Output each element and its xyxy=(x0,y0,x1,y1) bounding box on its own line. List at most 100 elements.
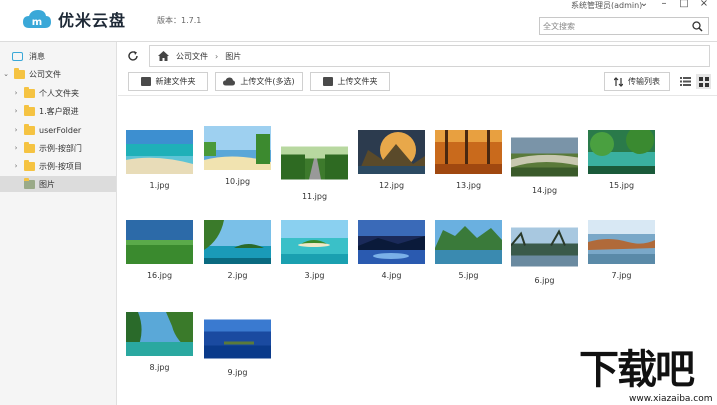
file-item[interactable]: 12.jpg xyxy=(358,130,425,190)
file-item[interactable]: 15.jpg xyxy=(588,126,655,190)
image-thumbnail[interactable] xyxy=(358,130,425,174)
new-folder-label: 新建文件夹 xyxy=(155,77,196,86)
upload-folder-label: 上传文件夹 xyxy=(337,77,378,86)
sidebar-item-messages[interactable]: 消息 xyxy=(12,48,45,64)
logo: m 优米云盘 xyxy=(22,7,126,31)
image-thumbnail[interactable] xyxy=(510,225,578,269)
chevron-down-icon[interactable]: ⌄ xyxy=(2,70,10,78)
folder-icon xyxy=(14,67,25,79)
message-icon xyxy=(12,51,23,61)
image-folder-icon xyxy=(24,177,35,189)
sidebar-item-label: 示例-按部门 xyxy=(39,143,82,153)
maximize-icon[interactable]: □ xyxy=(679,0,689,9)
file-item[interactable]: 4.jpg xyxy=(358,220,425,280)
image-thumbnail[interactable] xyxy=(588,220,655,264)
transfer-icon xyxy=(614,76,623,87)
image-thumbnail[interactable] xyxy=(511,135,578,179)
sidebar-item-personal-folder[interactable]: › 个人文件夹 xyxy=(12,85,79,101)
sidebar-item-by-department[interactable]: › 示例-按部门 xyxy=(12,140,82,156)
file-item[interactable]: 5.jpg xyxy=(435,220,502,280)
svg-text:m: m xyxy=(32,17,42,28)
file-name: 14.jpg xyxy=(531,186,558,195)
image-thumbnail[interactable] xyxy=(281,220,348,264)
image-thumbnail[interactable] xyxy=(204,220,271,264)
sidebar-item-label: 1.客户跟进 xyxy=(39,106,79,116)
upload-files-label: 上传文件(多选) xyxy=(240,77,295,86)
close-icon[interactable]: × xyxy=(699,0,709,9)
image-thumbnail[interactable] xyxy=(204,317,271,361)
file-name: 6.jpg xyxy=(534,276,555,285)
file-item[interactable]: 11.jpg xyxy=(281,141,348,201)
breadcrumb-item[interactable]: 图片 xyxy=(225,51,241,62)
search-icon[interactable] xyxy=(692,21,703,32)
image-thumbnail[interactable] xyxy=(126,220,193,264)
file-item[interactable]: 8.jpg xyxy=(126,312,193,372)
file-item[interactable]: 10.jpg xyxy=(204,126,271,186)
file-item[interactable]: 9.jpg xyxy=(204,317,271,377)
transfer-list-button[interactable]: 传输列表 xyxy=(604,72,670,91)
sidebar-item-userfolder[interactable]: › userFolder xyxy=(12,122,81,138)
file-item[interactable]: 2.jpg xyxy=(204,220,271,280)
watermark-url: www.xiazaiba.com xyxy=(629,394,713,404)
folder-icon xyxy=(24,104,35,116)
image-thumbnail[interactable] xyxy=(588,126,655,174)
version-label: 版本：1.7.1 xyxy=(157,16,202,25)
file-item[interactable]: 1.jpg xyxy=(126,130,193,190)
file-name: 1.jpg xyxy=(149,181,170,190)
refresh-icon[interactable] xyxy=(127,50,139,62)
file-item[interactable]: 14.jpg xyxy=(511,135,578,195)
file-item[interactable]: 7.jpg xyxy=(588,220,655,280)
list-view-icon xyxy=(680,77,691,86)
sidebar-item-label: 公司文件 xyxy=(29,69,61,79)
grid-view-icon xyxy=(698,76,709,87)
file-name: 11.jpg xyxy=(301,192,328,201)
user-folder-icon xyxy=(24,86,35,98)
transfer-list-label: 传输列表 xyxy=(628,77,660,86)
header: m 优米云盘 版本：1.7.1 系统管理员(admin) ⌄ – □ × xyxy=(0,0,717,42)
sidebar-item-label: userFolder xyxy=(39,125,82,135)
upload-folder-icon xyxy=(322,77,333,86)
sidebar-item-by-project[interactable]: › 示例-按项目 xyxy=(12,158,82,174)
chevron-right-icon[interactable]: › xyxy=(12,107,20,115)
home-icon[interactable] xyxy=(158,51,169,61)
file-item[interactable]: 16.jpg xyxy=(126,220,193,280)
cloud-logo-icon: m xyxy=(23,10,51,28)
file-name: 3.jpg xyxy=(304,271,325,280)
app-window: m 优米云盘 版本：1.7.1 系统管理员(admin) ⌄ – □ × 消息 … xyxy=(0,0,717,405)
image-thumbnail[interactable] xyxy=(204,126,271,170)
sidebar: 消息 ⌄ 公司文件 › 个人文件夹 › 1.客户跟进 › userFolder … xyxy=(0,42,117,405)
chevron-right-icon[interactable]: › xyxy=(12,144,20,152)
new-folder-button[interactable]: 新建文件夹 xyxy=(128,72,208,91)
image-thumbnail[interactable] xyxy=(358,220,425,264)
minimize-icon[interactable]: – xyxy=(659,0,669,9)
image-thumbnail[interactable] xyxy=(281,141,348,185)
list-view-button[interactable] xyxy=(678,74,693,89)
upload-folder-button[interactable]: 上传文件夹 xyxy=(310,72,390,91)
chevron-right-icon[interactable]: › xyxy=(12,162,20,170)
image-thumbnail[interactable] xyxy=(126,130,193,174)
image-thumbnail[interactable] xyxy=(435,220,502,264)
dropdown-icon[interactable]: ⌄ xyxy=(639,0,649,9)
breadcrumb-item[interactable]: 公司文件 xyxy=(176,51,208,62)
sidebar-item-customer-followup[interactable]: › 1.客户跟进 xyxy=(12,103,79,119)
folder-icon xyxy=(24,141,35,153)
new-folder-icon xyxy=(140,77,151,86)
file-item[interactable]: 6.jpg xyxy=(510,225,578,285)
watermark-logo: 下载吧 www.xiazaiba.com xyxy=(579,348,717,405)
file-name: 5.jpg xyxy=(458,271,479,280)
file-name: 12.jpg xyxy=(378,181,405,190)
sidebar-item-images[interactable]: 图片 xyxy=(0,176,116,192)
image-thumbnail[interactable] xyxy=(435,130,502,174)
upload-files-button[interactable]: 上传文件(多选) xyxy=(215,72,303,91)
watermark-title: 下载吧 xyxy=(579,347,695,393)
search-input[interactable] xyxy=(540,18,680,34)
sidebar-item-label: 图片 xyxy=(39,179,55,189)
user-menu[interactable]: 系统管理员(admin) xyxy=(571,0,642,9)
grid-view-button[interactable] xyxy=(696,74,711,89)
file-item[interactable]: 13.jpg xyxy=(435,130,502,190)
file-item[interactable]: 3.jpg xyxy=(281,220,348,280)
chevron-right-icon[interactable]: › xyxy=(12,126,20,134)
image-thumbnail[interactable] xyxy=(126,312,193,356)
chevron-right-icon[interactable]: › xyxy=(12,89,20,97)
sidebar-item-company-files[interactable]: ⌄ 公司文件 xyxy=(2,66,61,82)
